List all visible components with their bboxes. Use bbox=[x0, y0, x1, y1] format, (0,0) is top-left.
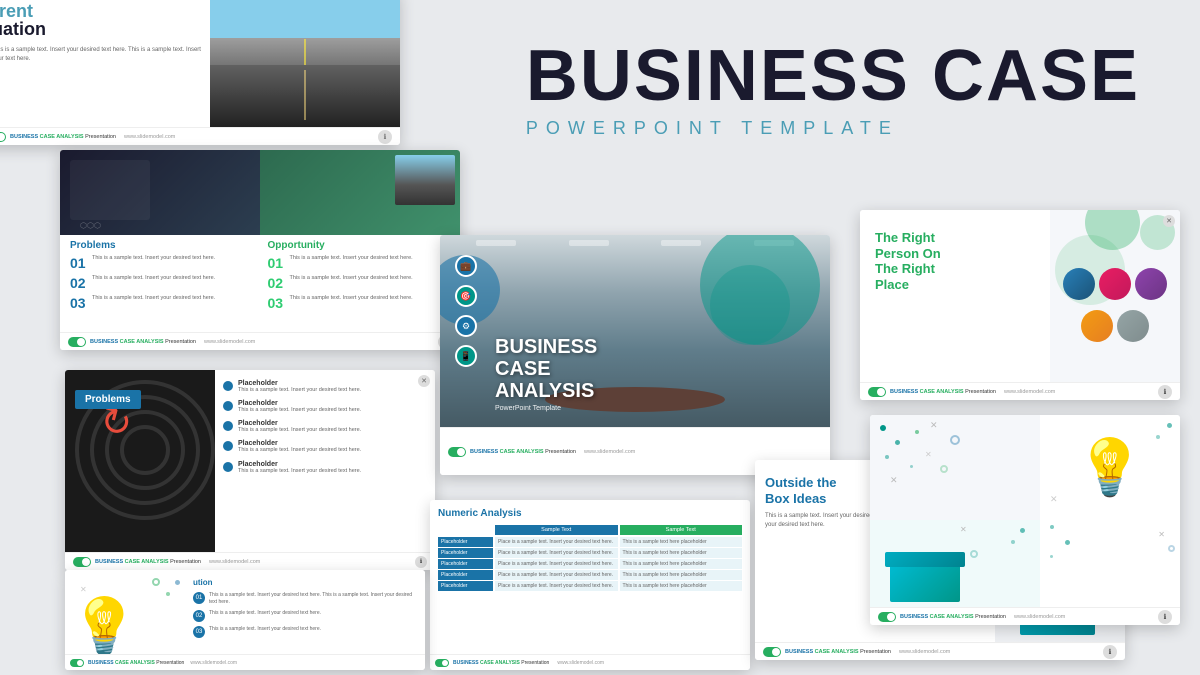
slide5-row-1: Placeholder Place is a sample text. Inse… bbox=[438, 537, 742, 547]
slide2-opportunity-label: Opportunity bbox=[268, 240, 451, 251]
slide3-close[interactable]: ✕ bbox=[418, 375, 430, 387]
s9-dot-12 bbox=[1050, 555, 1053, 558]
slide5-row-4: Placeholder Place is a sample text. Inse… bbox=[438, 570, 742, 580]
slide-4-main[interactable]: 💼 🎯 ⚙ 📱 BUSINESS CASE ANALYSIS PowerPoin… bbox=[440, 235, 830, 475]
slide-5[interactable]: Numeric Analysis Sample Text Sample Text… bbox=[430, 500, 750, 670]
slide3-info-btn[interactable]: ℹ bbox=[415, 556, 427, 568]
slide7-info-btn[interactable]: ℹ bbox=[1158, 385, 1172, 399]
slide9-info-btn[interactable]: ℹ bbox=[1158, 610, 1172, 624]
slide-1[interactable]: rrent uation This is a sample text. Inse… bbox=[0, 0, 400, 145]
slide4-icon-4: 📱 bbox=[455, 345, 477, 367]
avatar-4 bbox=[1081, 310, 1113, 342]
slide5-row-5: Placeholder Place is a sample text. Inse… bbox=[438, 581, 742, 591]
slide8-footer: BUSINESS CASE ANALYSIS Presentation www.… bbox=[65, 654, 425, 670]
slide7-footer: BUSINESS CASE ANALYSIS Presentation www.… bbox=[860, 382, 1180, 400]
ph-title-4: Placeholder bbox=[238, 440, 361, 447]
slide5-row-3: Placeholder Place is a sample text. Inse… bbox=[438, 559, 742, 569]
slide5-footer: BUSINESS CASE ANALYSIS Presentation www.… bbox=[430, 654, 750, 670]
slide6-footer: BUSINESS CASE ANALYSIS Presentation www.… bbox=[755, 642, 1125, 660]
slide4-icon-1: 💼 bbox=[455, 255, 477, 277]
s9-x-6: ✕ bbox=[1158, 530, 1165, 539]
s9-dot-1 bbox=[880, 425, 886, 431]
slide1-title-black: uation bbox=[0, 20, 208, 38]
ph-dot-4 bbox=[223, 441, 233, 451]
s9-dot-4 bbox=[915, 430, 919, 434]
ph-dot-2 bbox=[223, 401, 233, 411]
ph-dot-5 bbox=[223, 462, 233, 472]
main-title-area: BUSINESS CASE POWERPOINT TEMPLATE bbox=[526, 40, 1140, 139]
s9-dot-2 bbox=[895, 440, 900, 445]
s9-dot-7 bbox=[1156, 435, 1160, 439]
slide8-title: ution bbox=[193, 578, 417, 587]
s9-dot-5 bbox=[910, 465, 913, 468]
slide4-icon-3: ⚙ bbox=[455, 315, 477, 337]
ph-dot-1 bbox=[223, 381, 233, 391]
slide8-dot-1 bbox=[175, 580, 180, 585]
slide6-info-btn[interactable]: ℹ bbox=[1103, 645, 1117, 659]
s9-x-2: ✕ bbox=[925, 450, 932, 459]
s9-x-3: ✕ bbox=[890, 475, 898, 486]
slide-2[interactable]: ✕ ⬡⬡⬡ Problems 01This is a sample text. … bbox=[60, 150, 460, 350]
ph-title-5: Placeholder bbox=[238, 461, 361, 468]
s9-circle-3 bbox=[970, 550, 978, 558]
s9-x-5: ✕ bbox=[960, 525, 967, 534]
slide7-close[interactable]: ✕ bbox=[1163, 215, 1175, 227]
slide-7[interactable]: The Right Person On The Right Place bbox=[860, 210, 1180, 400]
ph-dot-3 bbox=[223, 421, 233, 431]
s9-dot-3 bbox=[885, 455, 889, 459]
slide9-footer: BUSINESS CASE ANALYSIS Presentation www.… bbox=[870, 607, 1180, 625]
slide7-heading: The Right Person On The Right Place bbox=[875, 230, 1035, 292]
slide1-brand: BUSINESS CASE ANALYSIS Presentation bbox=[10, 134, 116, 140]
slide-9[interactable]: ✕ ✕ ✕ ✕ 💡 ✕ bbox=[870, 415, 1180, 625]
slide-8[interactable]: 💡 ✕ ution 01 This is a sample text. Inse… bbox=[65, 570, 425, 670]
s9-circle-4 bbox=[1168, 545, 1175, 552]
s9-circle-2 bbox=[940, 465, 948, 473]
slide1-url: www.slidemodel.com bbox=[124, 134, 175, 140]
slide4-icon-2: 🎯 bbox=[455, 285, 477, 307]
slide1-title-blue: rrent bbox=[0, 2, 208, 20]
avatar-5 bbox=[1117, 310, 1149, 342]
slide-3[interactable]: ✕ ↻ Problems PlaceholderThis is a sample… bbox=[65, 370, 435, 570]
slide8-item-3: 03 This is a sample text. Insert your de… bbox=[193, 626, 417, 638]
slide2-problems-label: Problems bbox=[70, 240, 253, 251]
s9-x-4: ✕ bbox=[1050, 494, 1058, 505]
s9-dot-8 bbox=[1020, 528, 1025, 533]
slide3-footer: BUSINESS CASE ANALYSIS Presentation www.… bbox=[65, 552, 435, 570]
ph-title-2: Placeholder bbox=[238, 400, 361, 407]
s9-dot-11 bbox=[1065, 540, 1070, 545]
slide9-box-body bbox=[890, 562, 960, 602]
slide8-item-2: 02 This is a sample text. Insert your de… bbox=[193, 610, 417, 622]
slide5-col2-header: Sample Text bbox=[620, 525, 743, 535]
avatar-3 bbox=[1135, 268, 1167, 300]
avatar-1 bbox=[1063, 268, 1095, 300]
slide4-subtitle: PowerPoint Template bbox=[495, 405, 597, 412]
s9-dot-6 bbox=[1167, 423, 1172, 428]
s9-circle-1 bbox=[950, 435, 960, 445]
s9-dot-9 bbox=[1011, 540, 1015, 544]
slide1-text: This is a sample text. Insert your desir… bbox=[0, 46, 208, 64]
slide1-footer: BUSINESS CASE ANALYSIS Presentation www.… bbox=[0, 127, 400, 145]
s9-dot-10 bbox=[1050, 525, 1054, 529]
slide8-x-mark: ✕ bbox=[80, 585, 87, 594]
s9-x-1: ✕ bbox=[930, 420, 938, 431]
slide4-title: BUSINESS CASE ANALYSIS bbox=[495, 336, 597, 402]
ph-title-1: Placeholder bbox=[238, 380, 361, 387]
slide1-toggle bbox=[0, 132, 6, 142]
ph-title-3: Placeholder bbox=[238, 420, 361, 427]
slide8-dot-2 bbox=[166, 592, 170, 596]
slide5-title: Numeric Analysis bbox=[438, 508, 742, 519]
avatar-2 bbox=[1099, 268, 1131, 300]
slide5-col1-header: Sample Text bbox=[495, 525, 618, 535]
slide8-bulb: 💡 bbox=[70, 599, 138, 654]
slide9-box-lid bbox=[885, 552, 965, 567]
slide8-item-1: 01 This is a sample text. Insert your de… bbox=[193, 592, 417, 606]
slide5-row-2: Placeholder Place is a sample text. Inse… bbox=[438, 548, 742, 558]
slide1-info-btn[interactable]: ℹ bbox=[378, 130, 392, 144]
main-subtitle: POWERPOINT TEMPLATE bbox=[526, 118, 1140, 139]
main-title: BUSINESS CASE bbox=[526, 40, 1140, 112]
slide3-problems-banner: Problems bbox=[75, 390, 141, 409]
slide9-bulb-icon: 💡 bbox=[1076, 435, 1144, 500]
slide8-circle-mark bbox=[152, 578, 160, 586]
slide2-footer: BUSINESS CASE ANALYSIS Presentation www.… bbox=[60, 332, 460, 350]
